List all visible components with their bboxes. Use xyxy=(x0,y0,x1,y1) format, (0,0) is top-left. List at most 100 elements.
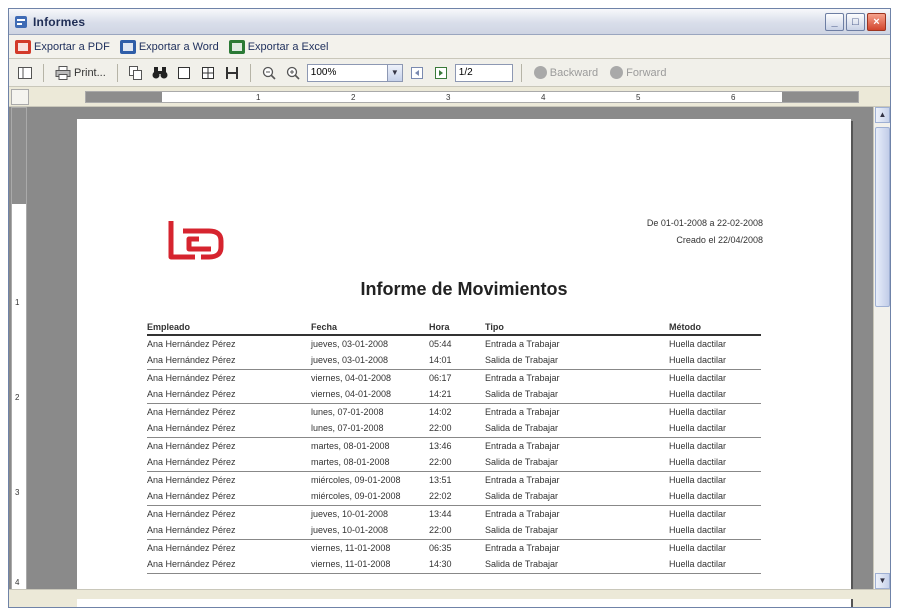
toggle-sidebar-button[interactable] xyxy=(15,63,35,83)
minimize-button[interactable]: _ xyxy=(825,13,844,31)
preview-toolbar: Print... 100% ▼ 1/2 Backward Forward xyxy=(9,59,890,87)
forward-arrow-icon xyxy=(610,66,624,79)
page-number-input[interactable]: 1/2 xyxy=(454,63,513,82)
single-page-icon xyxy=(177,66,190,79)
scroll-down-button[interactable]: ▼ xyxy=(875,573,890,589)
cell-metodo: Huella dactilar xyxy=(669,522,761,540)
vruler-label: 1 xyxy=(15,298,20,307)
zoom-out-button[interactable] xyxy=(259,63,279,83)
cell-hora: 14:21 xyxy=(429,386,485,404)
next-page-button[interactable] xyxy=(431,63,451,83)
horizontal-ruler: 1 2 3 4 5 6 xyxy=(85,91,859,103)
single-page-button[interactable] xyxy=(174,63,194,83)
binoculars-icon xyxy=(152,66,168,78)
chevron-down-icon[interactable]: ▼ xyxy=(386,64,402,81)
ruler-label: 2 xyxy=(351,93,356,102)
ruler-right-margin xyxy=(782,92,858,102)
cell-fecha: martes, 08-01-2008 xyxy=(311,454,429,472)
export-word-label: Exportar a Word xyxy=(138,40,219,53)
zoom-select[interactable]: 100% ▼ xyxy=(306,63,403,82)
printer-icon xyxy=(55,65,71,80)
table-header-row: Empleado Fecha Hora Tipo Método xyxy=(147,319,761,336)
cell-fecha: viernes, 04-01-2008 xyxy=(311,372,392,383)
forward-button[interactable]: Forward xyxy=(606,66,670,79)
column-header-hora: Hora xyxy=(429,319,485,336)
app-icon xyxy=(15,16,27,28)
copy-icon xyxy=(128,65,142,80)
horizontal-scrollbar[interactable] xyxy=(9,589,890,599)
ruler-label: 6 xyxy=(731,93,736,102)
cell-empleado: Ana Hernández Pérez xyxy=(147,488,311,506)
find-button[interactable] xyxy=(150,63,170,83)
ruler-label: 5 xyxy=(636,93,641,102)
print-label: Print... xyxy=(74,66,106,79)
zoom-in-button[interactable] xyxy=(283,63,303,83)
print-button[interactable]: Print... xyxy=(52,63,109,83)
close-icon: × xyxy=(873,16,880,28)
vruler-label: 3 xyxy=(15,488,20,497)
cell-empleado: Ana Hernández Pérez xyxy=(147,542,236,553)
minimize-icon: _ xyxy=(831,16,838,28)
cell-metodo: Huella dactilar xyxy=(669,440,727,451)
cell-hora: 14:01 xyxy=(429,352,485,370)
cell-tipo: Salida de Trabajar xyxy=(485,352,669,370)
table-row: Ana Hernández Pérez martes, 08-01-2008 1… xyxy=(147,437,761,454)
table-row: Ana Hernández Pérez jueves, 03-01-2008 0… xyxy=(147,335,761,352)
cell-fecha: lunes, 07-01-2008 xyxy=(311,406,384,417)
table-row: Ana Hernández Pérez viernes, 04-01-2008 … xyxy=(147,386,761,404)
vertical-ruler: 1 2 3 4 xyxy=(11,107,27,599)
maximize-button[interactable]: □ xyxy=(846,13,865,31)
table-row: Ana Hernández Pérez miércoles, 09-01-200… xyxy=(147,488,761,506)
vertical-scrollbar[interactable]: ▲ ▼ xyxy=(873,107,890,599)
ruler-label: 1 xyxy=(256,93,261,102)
first-page-button[interactable] xyxy=(407,63,427,83)
cell-metodo: Huella dactilar xyxy=(669,542,727,553)
ruler-left-margin xyxy=(86,92,162,102)
cell-fecha: martes, 08-01-2008 xyxy=(311,440,390,451)
cell-metodo: Huella dactilar xyxy=(669,508,727,519)
report-table: Empleado Fecha Hora Tipo Método Ana Hern… xyxy=(147,319,761,574)
page-width-button[interactable] xyxy=(222,63,242,83)
cell-tipo: Salida de Trabajar xyxy=(485,420,669,438)
table-row: Ana Hernández Pérez lunes, 07-01-2008 14… xyxy=(147,403,761,420)
forward-label: Forward xyxy=(626,66,667,79)
table-row: Ana Hernández Pérez jueves, 03-01-2008 1… xyxy=(147,352,761,370)
table-row: Ana Hernández Pérez jueves, 10-01-2008 2… xyxy=(147,522,761,540)
cell-empleado: Ana Hernández Pérez xyxy=(147,386,311,404)
cell-hora: 22:00 xyxy=(429,420,485,438)
cell-empleado: Ana Hernández Pérez xyxy=(147,352,311,370)
multi-page-button[interactable] xyxy=(198,63,218,83)
cell-hora: 22:00 xyxy=(429,522,485,540)
cell-tipo: Salida de Trabajar xyxy=(485,488,669,506)
cell-tipo: Salida de Trabajar xyxy=(485,522,669,540)
toolbar-separator xyxy=(249,63,251,82)
export-pdf-button[interactable]: Exportar a PDF xyxy=(15,39,110,54)
cell-tipo: Salida de Trabajar xyxy=(485,386,669,404)
column-header-tipo: Tipo xyxy=(485,319,669,336)
scroll-up-button[interactable]: ▲ xyxy=(875,107,890,123)
table-row: Ana Hernández Pérez viernes, 11-01-2008 … xyxy=(147,539,761,556)
page-number-value: 1/2 xyxy=(458,67,473,78)
ruler-label: 3 xyxy=(446,93,451,102)
scrollbar-thumb[interactable] xyxy=(875,127,890,307)
zoom-out-icon xyxy=(262,66,276,80)
table-row: Ana Hernández Pérez miércoles, 09-01-200… xyxy=(147,471,761,488)
export-word-button[interactable]: Exportar a Word xyxy=(119,39,219,54)
copy-button[interactable] xyxy=(126,63,146,83)
cell-hora: 14:30 xyxy=(429,556,485,574)
close-button[interactable]: × xyxy=(867,13,886,31)
cell-tipo: Entrada a Trabajar xyxy=(485,508,560,519)
cell-hora: 13:44 xyxy=(429,508,452,519)
backward-button[interactable]: Backward xyxy=(530,66,602,79)
export-excel-button[interactable]: Exportar a Excel xyxy=(228,39,329,54)
next-page-icon xyxy=(434,66,447,79)
cell-metodo: Huella dactilar xyxy=(669,352,761,370)
company-logo xyxy=(168,221,224,260)
cell-empleado: Ana Hernández Pérez xyxy=(147,406,236,417)
cell-hora: 13:51 xyxy=(429,474,452,485)
cell-empleado: Ana Hernández Pérez xyxy=(147,522,311,540)
export-bar: Exportar a PDF Exportar a Word Exportar … xyxy=(9,35,890,59)
export-excel-label: Exportar a Excel xyxy=(247,40,329,53)
cell-tipo: Entrada a Trabajar xyxy=(485,406,560,417)
toolbar-separator xyxy=(520,63,522,82)
